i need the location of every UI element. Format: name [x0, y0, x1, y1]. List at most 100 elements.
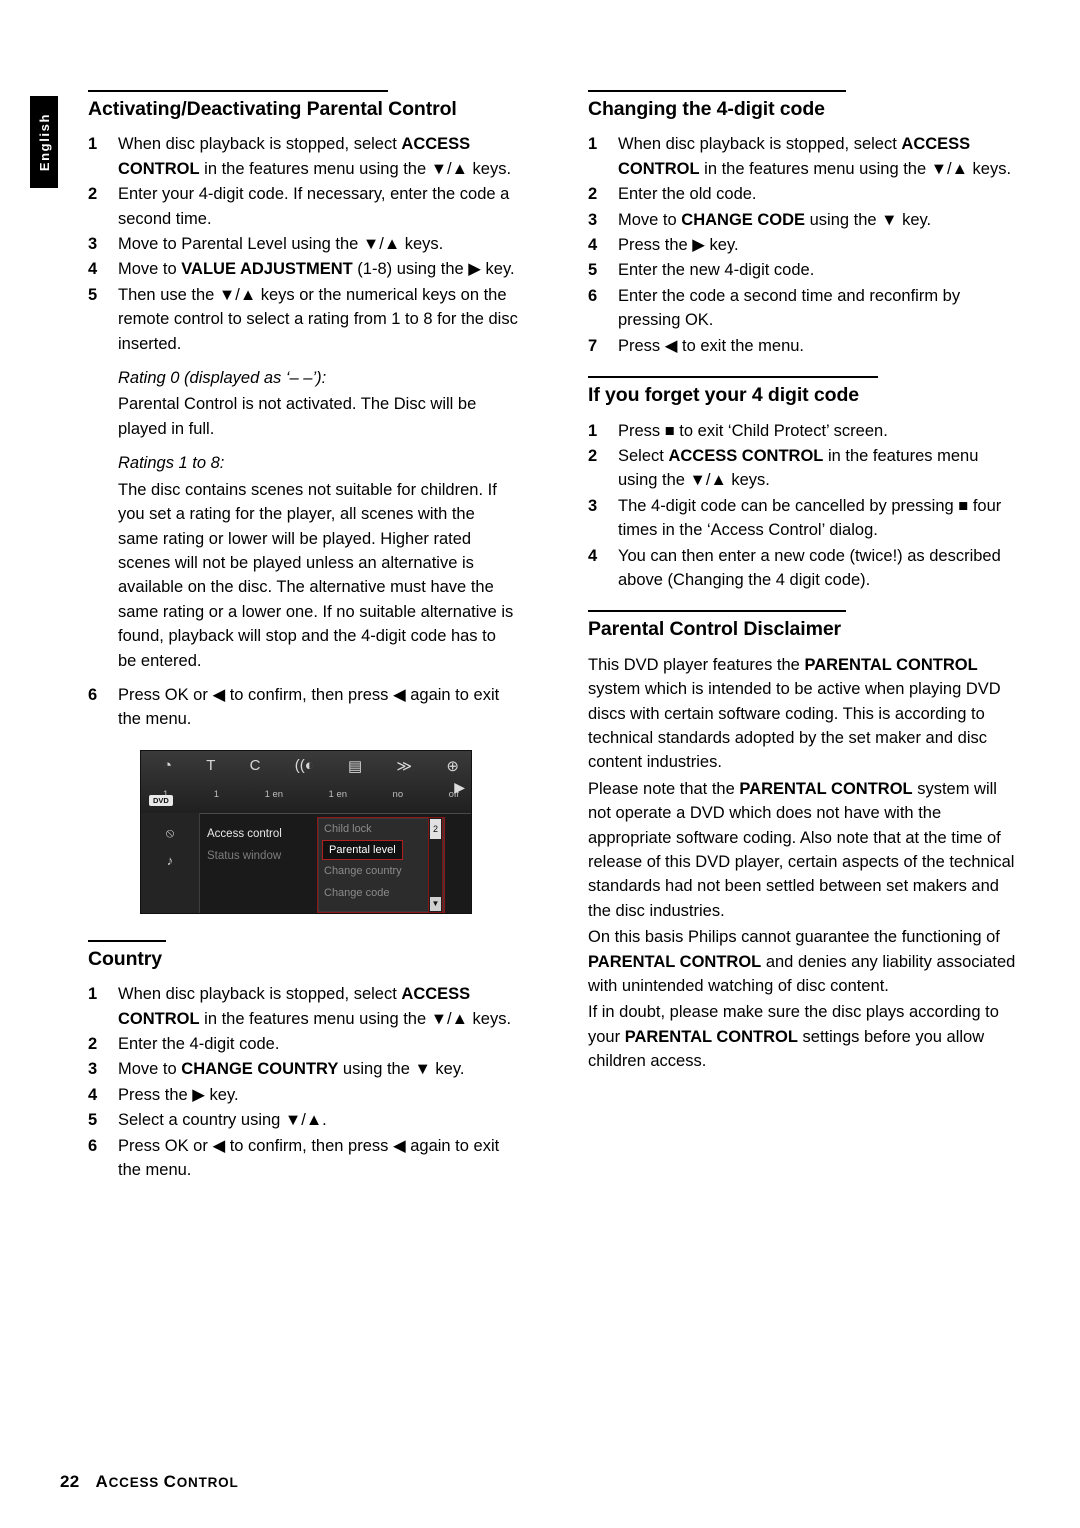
osd-submenu-panel: Child lock Parental level Change country… — [317, 816, 445, 913]
step-number: 3 — [88, 1060, 98, 1079]
step-number: 5 — [88, 285, 98, 304]
list-item: 4 Press the ▶ key. — [588, 233, 1018, 257]
step-number: 4 — [588, 546, 598, 565]
step-number: 4 — [588, 236, 598, 255]
step-text: When disc playback is stopped, select AC… — [118, 135, 512, 178]
step-text: Move to VALUE ADJUSTMENT (1-8) using the… — [118, 260, 515, 279]
steps-changing-code: 1 When disc playback is stopped, select A… — [588, 132, 1018, 358]
step-number: 4 — [88, 260, 98, 279]
osd-icon-row: ◔ T C ((◐ ▤ ≫ ⊕ — [163, 757, 459, 775]
section-activating-parental-control: Activating/Deactivating Parental Control… — [88, 90, 518, 732]
step-text: You can then enter a new code (twice!) a… — [618, 546, 1001, 589]
osd-option-change-code[interactable]: Change code — [318, 882, 444, 904]
left-column: Activating/Deactivating Parental Control… — [88, 90, 518, 1184]
step-text: Press the ▶ key. — [618, 236, 739, 255]
step-number: 1 — [88, 985, 98, 1004]
step-text: Select ACCESS CONTROL in the features me… — [618, 446, 979, 490]
language-tab-label: English — [36, 112, 52, 172]
osd-menu: Access control Status window — [207, 823, 282, 867]
step-number: 4 — [88, 1085, 98, 1104]
step-text: Enter the 4-digit code. — [118, 1035, 280, 1053]
step-text: Press OK or ◀ to confirm, then press ◀ a… — [118, 1136, 500, 1180]
title-icon: T — [206, 756, 216, 774]
list-item: 4 You can then enter a new code (twice!) … — [588, 544, 1018, 593]
osd-screenshot: ◔ T C ((◐ ▤ ≫ ⊕ 1 1 1 en 1 en no off DVD… — [140, 749, 472, 914]
step-number: 3 — [588, 210, 598, 229]
step-number: 6 — [88, 1136, 98, 1155]
dvd-badge: DVD — [149, 794, 173, 806]
footer-title-rest2: ONTROL — [176, 1475, 239, 1490]
osd-option-change-country[interactable]: Change country — [318, 860, 444, 882]
osd-option-parental-level[interactable]: Parental level — [322, 839, 403, 860]
osd-option-child-lock[interactable]: Child lock — [318, 818, 444, 840]
steps-activating-continued: 6 Press OK or ◀ to confirm, then press ◀ … — [88, 683, 518, 732]
steps-country: 1 When disc playback is stopped, select A… — [88, 982, 518, 1182]
settings-icon: ⦸ — [165, 824, 175, 840]
disclaimer-paragraph: This DVD player features the PARENTAL CO… — [588, 655, 1001, 772]
list-item: 2 Enter the 4-digit code. — [88, 1032, 518, 1056]
disclaimer-paragraph: If in doubt, please make sure the disc p… — [588, 1003, 999, 1071]
list-item: 6 Enter the code a second time and reconf… — [588, 284, 1018, 333]
list-item: 6 Press OK or ◀ to confirm, then press ◀ … — [88, 683, 518, 732]
section-disclaimer: Parental Control Disclaimer This DVD pla… — [588, 610, 1018, 1073]
list-item: 3 The 4-digit code can be cancelled by pr… — [588, 494, 1018, 543]
step-text: Move to CHANGE COUNTRY using the ▼ key. — [118, 1060, 465, 1079]
chevron-down-icon[interactable]: ▼ — [430, 896, 441, 911]
ratings-one-to-eight-text: The disc contains scenes not suitable fo… — [118, 480, 514, 670]
page-footer: 22 ACCESS CONTROL — [60, 1472, 239, 1492]
step-text: Then use the ▼/▲ keys or the numerical k… — [118, 285, 518, 353]
step-number: 2 — [588, 446, 598, 465]
osd-value: no — [392, 788, 404, 800]
osd-menu-item-status-window[interactable]: Status window — [207, 845, 282, 867]
list-item: 1 When disc playback is stopped, select A… — [88, 132, 518, 181]
list-item: 3 Move to Parental Level using the ▼/▲ ke… — [88, 232, 518, 256]
arrow-right-icon: ▶ — [454, 778, 465, 795]
heading-rule — [88, 90, 388, 92]
footer-title-cap: A — [95, 1472, 109, 1491]
right-column: Changing the 4-digit code 1 When disc pla… — [588, 90, 1018, 1076]
osd-value-scrollbar[interactable]: 2 ▼ — [428, 816, 443, 913]
step-number: 3 — [588, 496, 598, 515]
step-text: Press ◀ to exit the menu. — [618, 336, 805, 355]
angle-icon: ≫ — [396, 757, 413, 775]
list-item: 3 Move to CHANGE CODE using the ▼ key. — [588, 208, 1018, 232]
list-item: 6 Press OK or ◀ to confirm, then press ◀ … — [88, 1134, 518, 1183]
step-text: Enter the code a second time and reconfi… — [618, 286, 961, 330]
disclaimer-paragraph: Please note that the PARENTAL CONTROL sy… — [588, 779, 1015, 920]
step-text: When disc playback is stopped, select AC… — [118, 985, 512, 1028]
step-text: Enter the old code. — [618, 185, 757, 204]
section-title-country: Country — [88, 947, 163, 970]
step-number: 1 — [588, 421, 598, 440]
heading-rule — [588, 90, 846, 92]
list-item: 4 Press the ▶ key. — [88, 1083, 518, 1107]
list-item: 1 Press ■ to exit ‘Child Protect’ screen. — [588, 419, 1018, 443]
step-text: Move to CHANGE CODE using the ▼ key. — [618, 210, 932, 229]
section-title-disclaimer: Parental Control Disclaimer — [588, 618, 842, 641]
page-title: Activating/Deactivating Parental Control — [88, 98, 457, 120]
step-number: 1 — [88, 135, 98, 154]
heading-rule — [88, 939, 166, 942]
section-title-forgot-code: If you forget your 4 digit code — [588, 384, 859, 407]
zoom-icon: ⊕ — [446, 757, 459, 775]
section-title-changing-code: Changing the 4-digit code — [588, 98, 825, 120]
osd-side-rail: ⦸ ♪ — [141, 812, 200, 913]
music-icon: ♪ — [166, 852, 174, 868]
step-text: Press ■ to exit ‘Child Protect’ screen. — [618, 421, 888, 440]
step-number: 6 — [588, 286, 598, 305]
steps-forgot-code: 1 Press ■ to exit ‘Child Protect’ screen.… — [588, 419, 1018, 593]
step-text: Move to Parental Level using the ▼/▲ key… — [118, 235, 444, 254]
list-item: 1 When disc playback is stopped, select A… — [88, 982, 518, 1031]
step-text: Enter the new 4-digit code. — [618, 261, 815, 280]
list-item: 7 Press ◀ to exit the menu. — [588, 334, 1018, 358]
footer-title-rest: CCESS — [108, 1475, 164, 1490]
list-item: 5 Enter the new 4-digit code. — [588, 258, 1018, 282]
heading-rule — [588, 610, 846, 613]
osd-menu-item-access-control[interactable]: Access control — [207, 823, 282, 845]
list-item: 4 Move to VALUE ADJUSTMENT (1-8) using th… — [88, 257, 518, 281]
ratings-one-to-eight-caption: Ratings 1 to 8: — [118, 454, 225, 473]
rating-zero-text: Parental Control is not activated. The D… — [118, 395, 477, 438]
chapter-icon: C — [249, 756, 261, 774]
language-tab: English — [30, 96, 58, 188]
osd-value-row: 1 1 1 en 1 en no off — [163, 789, 459, 800]
osd-value: 1 — [213, 788, 220, 800]
